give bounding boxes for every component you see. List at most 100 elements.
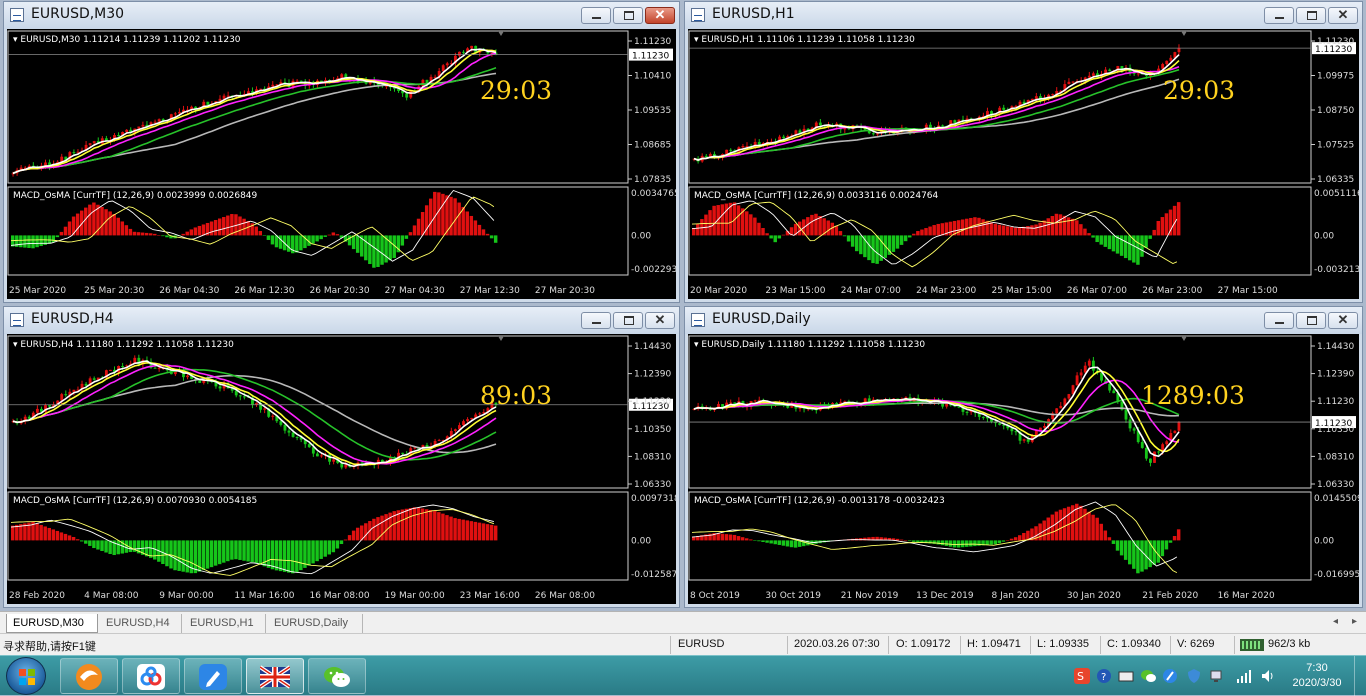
macd-bar (388, 235, 392, 261)
tray-date: 2020/3/30 (1292, 677, 1342, 689)
bar-countdown-timer: 1289:03 (1141, 381, 1245, 410)
sogou-input-icon[interactable]: S (1074, 668, 1090, 684)
signal-bars-icon[interactable] (1236, 668, 1252, 684)
time-axis-tick: 27 Mar 15:00 (1218, 286, 1278, 296)
chart-shift-marker-icon[interactable] (498, 31, 504, 36)
candle-body (157, 368, 161, 370)
minimize-button[interactable] (581, 312, 611, 329)
keyboard-icon[interactable] (1118, 668, 1134, 684)
start-button[interactable] (6, 657, 46, 695)
wechat-tray-icon[interactable] (1140, 668, 1156, 684)
maximize-button[interactable] (1296, 7, 1326, 24)
shield-icon[interactable] (1186, 668, 1202, 684)
close-button[interactable]: ✕ (1328, 7, 1358, 24)
candle-body (405, 93, 409, 98)
tab-eurusd-h4[interactable]: EURUSD,H4 (100, 614, 182, 633)
network-icon[interactable] (1208, 668, 1224, 684)
macd-bar (429, 509, 433, 541)
maximize-button[interactable] (1296, 312, 1326, 329)
candle-body (1128, 419, 1132, 429)
candle-body (315, 453, 319, 457)
status-traffic: 962/3 kb (1268, 638, 1311, 650)
candle-body (470, 417, 474, 420)
macd-bar (226, 215, 230, 236)
taskbar-metatrader[interactable] (246, 658, 304, 694)
close-button[interactable]: ✕ (1328, 312, 1358, 329)
chart-shift-marker-icon[interactable] (1181, 336, 1187, 341)
macd-bar (238, 216, 242, 236)
minimize-button[interactable] (581, 7, 611, 24)
macd-bar (749, 539, 753, 541)
macd-bar (1099, 235, 1103, 245)
chart-area[interactable]: ▾ EURUSD,H1 1.11106 1.11239 1.11058 1.11… (688, 29, 1359, 299)
maximize-button[interactable] (613, 312, 643, 329)
window-title-bar[interactable]: EURUSD,M30 ✕ (4, 2, 679, 29)
macd-bar (903, 235, 908, 242)
macd-bar (912, 540, 916, 542)
help-icon[interactable]: ? (1096, 668, 1112, 684)
chart-shift-marker-icon[interactable] (498, 336, 504, 341)
minimize-button[interactable] (1264, 7, 1294, 24)
tab-scroll-left-icon[interactable]: ◂ (1333, 616, 1338, 627)
macd-bar (27, 235, 31, 248)
candle-body (109, 369, 112, 371)
taskbar-fox-app[interactable] (60, 658, 118, 694)
candle-body (445, 63, 449, 66)
chart-header-quote: ▾ EURUSD,Daily 1.11180 1.11292 1.11058 1… (694, 340, 925, 350)
window-title-bar[interactable]: EURUSD,H4 ✕ (4, 307, 679, 334)
macd-bar (266, 540, 271, 568)
macd-bar (88, 204, 92, 236)
macd-bar (736, 205, 741, 236)
close-button[interactable]: ✕ (645, 7, 675, 24)
tray-clock[interactable]: 7:30 2020/3/30 (1290, 661, 1344, 691)
chart-window-h4[interactable]: EURUSD,H4 ✕ ▾ EURUSD,H4 1.11180 1.11292 1.… (3, 306, 680, 608)
tab-scroll-right-icon[interactable]: ▸ (1352, 616, 1357, 627)
feather-tray-icon[interactable] (1162, 668, 1178, 684)
macd-bar (1168, 209, 1173, 236)
tab-eurusd-daily[interactable]: EURUSD,Daily (268, 614, 363, 633)
macd-bar (217, 540, 222, 565)
chart-window-m30[interactable]: EURUSD,M30 ✕ ▾ EURUSD,M30 1.11214 1.11239 … (3, 1, 680, 303)
macd-bar (489, 235, 494, 239)
macd-bar (916, 231, 920, 236)
macd-bar (940, 223, 945, 236)
chart-canvas: ▾ EURUSD,Daily 1.11180 1.11292 1.11058 1… (688, 335, 1359, 601)
time-axis-tick: 27 Mar 12:30 (460, 286, 520, 296)
macd-bar (936, 223, 940, 236)
ema-white-line (12, 48, 497, 175)
macd-bar (201, 224, 206, 236)
candle-body (287, 430, 291, 433)
chart-window-h1[interactable]: EURUSD,H1 ✕ ▾ EURUSD,H1 1.11106 1.11239 1.… (684, 1, 1363, 303)
chart-area[interactable]: ▾ EURUSD,M30 1.11214 1.11239 1.11202 1.1… (7, 29, 676, 299)
taskbar-wechat[interactable] (308, 658, 366, 694)
chart-area[interactable]: ▾ EURUSD,Daily 1.11180 1.11292 1.11058 1… (688, 334, 1359, 604)
show-desktop-button[interactable] (1354, 656, 1366, 696)
maximize-button[interactable] (613, 7, 643, 24)
macd-bar (331, 540, 336, 553)
macd-bar (724, 534, 729, 541)
close-button[interactable]: ✕ (645, 312, 675, 329)
candlestick-series (11, 354, 498, 470)
minimize-button[interactable] (1264, 312, 1294, 329)
taskbar-note-app[interactable] (184, 658, 242, 694)
tab-eurusd-h1[interactable]: EURUSD,H1 (184, 614, 266, 633)
macd-axis-tick: 0.00 (1314, 536, 1334, 546)
candle-body (437, 440, 441, 442)
wechat-icon (324, 667, 350, 687)
taskbar-baidu-cloud[interactable] (122, 658, 180, 694)
volume-icon[interactable] (1260, 668, 1276, 684)
macd-bar (1115, 540, 1120, 551)
macd-bar (286, 540, 291, 573)
tab-eurusd-m30[interactable]: EURUSD,M30 (6, 614, 98, 633)
macd-bar (903, 540, 908, 541)
macd-bar (291, 540, 295, 574)
window-title-bar[interactable]: EURUSD,Daily ✕ (685, 307, 1362, 334)
macd-bar (92, 202, 96, 236)
chart-area[interactable]: ▾ EURUSD,H4 1.11180 1.11292 1.11058 1.11… (7, 334, 676, 604)
macd-bar (761, 228, 765, 236)
chart-shift-marker-icon[interactable] (1181, 31, 1187, 36)
window-title-bar[interactable]: EURUSD,H1 ✕ (685, 2, 1362, 29)
macd-bar (749, 214, 753, 236)
macd-bar (351, 235, 356, 250)
chart-window-daily[interactable]: EURUSD,Daily ✕ ▾ EURUSD,Daily 1.11180 1.11… (684, 306, 1363, 608)
